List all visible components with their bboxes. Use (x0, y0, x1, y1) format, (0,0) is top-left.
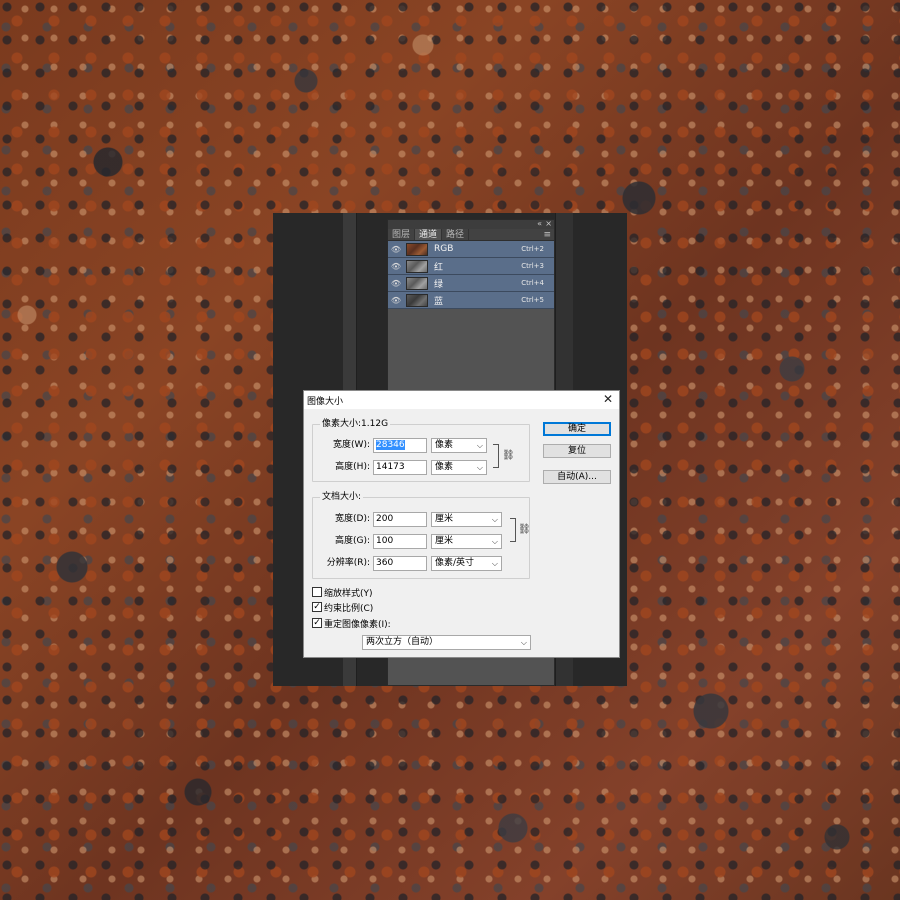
close-icon[interactable]: × (545, 219, 552, 228)
resample-option[interactable]: ✓ 重定图像像素(I): (312, 617, 391, 630)
doc-width-unit-select[interactable]: 厘米 ⌵ (431, 512, 502, 527)
channel-thumbnail (406, 293, 428, 307)
pixel-height-label: 高度(H): (335, 462, 370, 472)
channel-name: 蓝 (434, 296, 444, 307)
constrain-label: 约束比例(C) (324, 603, 374, 614)
eye-icon[interactable]: 👁 (388, 245, 404, 254)
channel-row-blue[interactable]: 👁 蓝 Ctrl+5 (388, 292, 554, 309)
chevron-down-icon: ⌵ (520, 638, 527, 647)
resolution-label: 分辨率(R): (326, 558, 370, 568)
doc-height-value: 100 (376, 536, 394, 546)
pixel-dimensions-group: 像素大小:1.12G 宽度(W): 28346 像素 ⌵ 高度(H): 14173… (312, 418, 530, 482)
doc-width-input[interactable]: 200 (373, 512, 427, 527)
reset-button[interactable]: 复位 (543, 444, 611, 458)
panel-menu-icon[interactable]: ≡ (543, 229, 551, 241)
resolution-unit-select[interactable]: 像素/英寸 ⌵ (431, 556, 502, 571)
auto-button[interactable]: 自动(A)... (543, 470, 611, 484)
doc-width-label: 宽度(D): (335, 514, 370, 524)
pixel-dimensions-label: 像素大小:1.12G (320, 418, 391, 430)
close-icon[interactable]: ✕ (603, 392, 613, 406)
constrain-option[interactable]: ✓ 约束比例(C) (312, 601, 374, 614)
dialog-title: 图像大小 (307, 397, 344, 407)
constrain-bracket (493, 444, 499, 468)
doc-height-unit: 厘米 (435, 536, 454, 546)
panel-header-bar: « × (388, 219, 554, 229)
channel-name: 红 (434, 262, 444, 273)
tab-paths[interactable]: 路径 (442, 229, 470, 240)
pixel-width-unit: 像素 (435, 440, 454, 450)
pixel-height-unit: 像素 (435, 462, 454, 472)
pixel-width-label: 宽度(W): (333, 440, 370, 450)
doc-height-unit-select[interactable]: 厘米 ⌵ (431, 534, 502, 549)
image-size-dialog: 图像大小 ✕ 像素大小:1.12G 宽度(W): 28346 像素 ⌵ 高度(H)… (303, 390, 620, 658)
document-size-label: 文档大小: (320, 491, 364, 503)
channel-row-rgb[interactable]: 👁 RGB Ctrl+2 (388, 241, 554, 258)
pixel-height-value: 14173 (376, 462, 405, 472)
pixel-width-unit-select[interactable]: 像素 ⌵ (431, 438, 487, 453)
resolution-unit: 像素/英寸 (435, 558, 475, 568)
link-icon: ⛓ (518, 524, 531, 535)
channel-shortcut: Ctrl+2 (521, 245, 544, 253)
pixel-width-value: 28346 (376, 440, 405, 450)
doc-width-value: 200 (376, 514, 394, 524)
chevron-down-icon: ⌵ (491, 559, 498, 568)
resample-method-value: 两次立方（自动） (366, 637, 439, 647)
channel-name: RGB (434, 244, 454, 254)
chevron-down-icon: ⌵ (491, 515, 498, 524)
channel-name: 绿 (434, 279, 444, 290)
eye-icon[interactable]: 👁 (388, 262, 404, 271)
collapse-icon[interactable]: « (537, 219, 542, 228)
chevron-down-icon: ⌵ (476, 463, 483, 472)
document-size-group: 文档大小: 宽度(D): 200 厘米 ⌵ 高度(G): 100 厘米 ⌵ 分辨率(… (312, 491, 531, 579)
channel-row-red[interactable]: 👁 红 Ctrl+3 (388, 258, 554, 275)
link-icon: ⛓ (502, 450, 515, 461)
eye-icon[interactable]: 👁 (388, 279, 404, 288)
resample-label: 重定图像像素(I): (324, 619, 391, 630)
chevron-down-icon: ⌵ (491, 537, 498, 546)
doc-height-label: 高度(G): (334, 536, 370, 546)
pixel-width-input[interactable]: 28346 (373, 438, 427, 453)
resolution-value: 360 (376, 558, 394, 568)
constrain-bracket (510, 518, 516, 542)
scale-styles-label: 缩放样式(Y) (324, 588, 373, 599)
chevron-down-icon: ⌵ (476, 441, 483, 450)
pixel-height-input[interactable]: 14173 (373, 460, 427, 475)
doc-height-input[interactable]: 100 (373, 534, 427, 549)
scale-styles-option[interactable]: 缩放样式(Y) (312, 586, 373, 599)
doc-width-unit: 厘米 (435, 514, 454, 524)
constrain-checkbox[interactable]: ✓ (312, 602, 322, 612)
channel-shortcut: Ctrl+3 (521, 262, 544, 270)
resolution-input[interactable]: 360 (373, 556, 427, 571)
ok-button[interactable]: 确定 (543, 422, 611, 436)
panel-tabs: 图层 通道 路径 ≡ (388, 229, 554, 241)
eye-icon[interactable]: 👁 (388, 296, 404, 305)
channel-thumbnail (406, 242, 428, 256)
tab-channels[interactable]: 通道 (415, 229, 443, 240)
pixel-height-unit-select[interactable]: 像素 ⌵ (431, 460, 487, 475)
dialog-titlebar: 图像大小 ✕ (304, 391, 619, 409)
resample-method-select[interactable]: 两次立方（自动） ⌵ (362, 635, 531, 650)
resample-checkbox[interactable]: ✓ (312, 618, 322, 628)
channel-shortcut: Ctrl+4 (521, 279, 544, 287)
channel-thumbnail (406, 259, 428, 273)
channel-shortcut: Ctrl+5 (521, 296, 544, 304)
tab-layers[interactable]: 图层 (388, 229, 416, 240)
channel-row-green[interactable]: 👁 绿 Ctrl+4 (388, 275, 554, 292)
channel-thumbnail (406, 276, 428, 290)
scale-styles-checkbox[interactable] (312, 587, 322, 597)
